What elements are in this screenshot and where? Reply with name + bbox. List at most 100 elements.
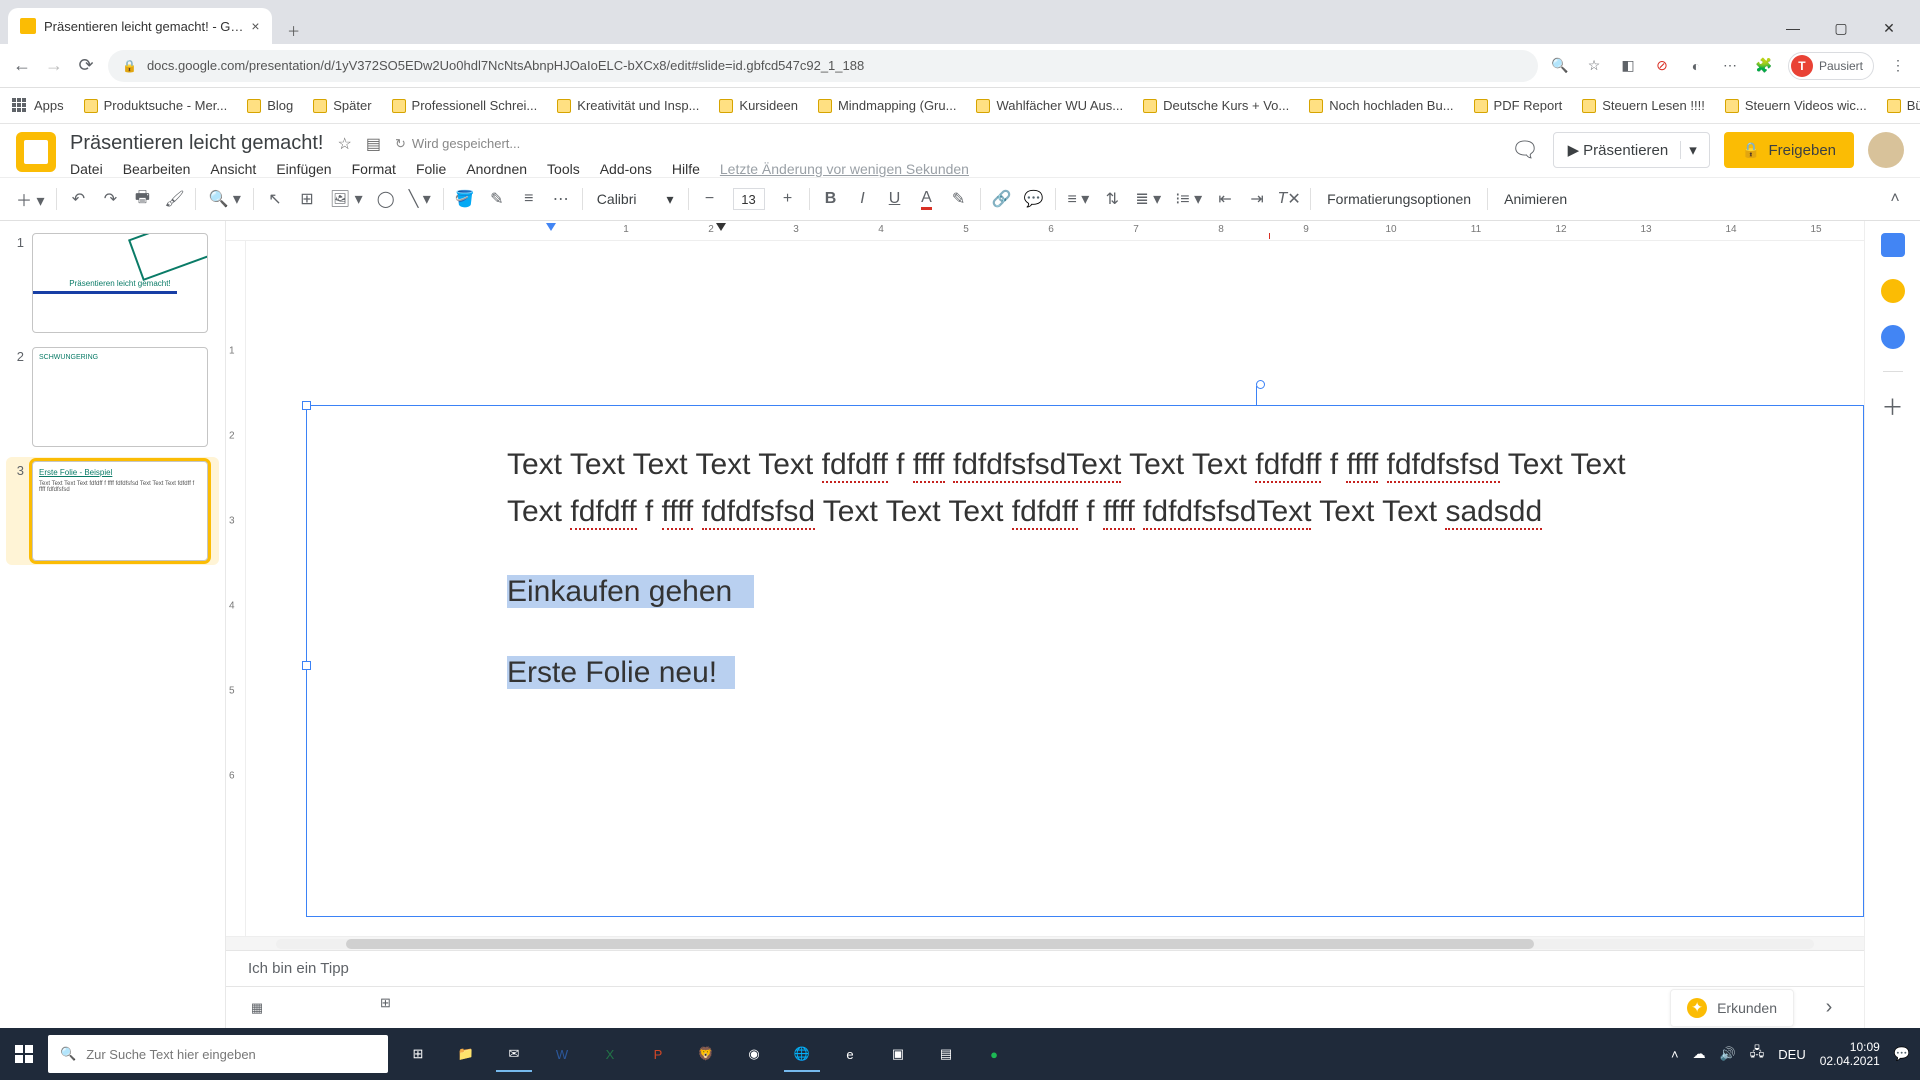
speaker-notes[interactable]: Ich bin ein Tipp — [226, 950, 1864, 986]
filmstrip[interactable]: 1 Präsentieren leicht gemacht! 2 SCHWUNG… — [0, 221, 226, 1028]
bookmark[interactable]: Noch hochladen Bu... — [1309, 98, 1453, 113]
back-button[interactable]: ← — [12, 56, 32, 76]
explorer-icon[interactable]: 📁 — [444, 1032, 488, 1076]
star-icon[interactable]: ☆ — [1584, 56, 1604, 76]
rotate-handle[interactable] — [1256, 380, 1265, 389]
extension-icon[interactable]: ⊘ — [1652, 56, 1672, 76]
font-decrease-button[interactable]: − — [695, 184, 725, 214]
bookmark[interactable]: Blog — [247, 98, 293, 113]
line-spacing-button[interactable]: ⇅ — [1097, 184, 1127, 214]
bulleted-list-button[interactable]: ⁝≡ ▾ — [1169, 184, 1208, 214]
collapse-toolbar-button[interactable]: ˄ — [1880, 184, 1910, 214]
taskbar-search[interactable]: 🔍 Zur Suche Text hier eingeben — [48, 1035, 388, 1073]
align-button[interactable]: ≡ ▾ — [1062, 184, 1096, 214]
bookmark[interactable]: Kreativität und Insp... — [557, 98, 699, 113]
bookmark[interactable]: Kursideen — [719, 98, 798, 113]
new-slide-button[interactable]: ＋ ▾ — [10, 184, 50, 214]
app-icon[interactable]: ▣ — [876, 1032, 920, 1076]
font-select[interactable]: Calibri▾ — [589, 191, 682, 208]
apps-button[interactable]: Apps — [12, 98, 64, 114]
bookmark[interactable]: Büro — [1887, 98, 1920, 113]
bookmark[interactable]: Mindmapping (Gru... — [818, 98, 957, 113]
browser-tab[interactable]: Präsentieren leicht gemacht! - G… × — [8, 8, 272, 44]
menu-ansicht[interactable]: Ansicht — [210, 161, 256, 177]
explore-button[interactable]: ✦ Erkunden — [1670, 989, 1794, 1027]
brave-icon[interactable]: 🦁 — [684, 1032, 728, 1076]
chrome-icon[interactable]: 🌐 — [780, 1032, 824, 1076]
powerpoint-icon[interactable]: P — [636, 1032, 680, 1076]
account-avatar[interactable] — [1868, 132, 1904, 168]
obs-icon[interactable]: ◉ — [732, 1032, 776, 1076]
textbox-tool[interactable]: ⊞ — [292, 184, 322, 214]
decrease-indent-button[interactable]: ⇤ — [1210, 184, 1240, 214]
slide-thumbnail-1[interactable]: Präsentieren leicht gemacht! — [32, 233, 208, 333]
start-button[interactable] — [0, 1030, 48, 1078]
redo-button[interactable]: ↷ — [95, 184, 125, 214]
edge-icon[interactable]: e — [828, 1032, 872, 1076]
task-view-icon[interactable]: ⊞ — [396, 1032, 440, 1076]
font-increase-button[interactable]: + — [773, 184, 803, 214]
bookmark[interactable]: Steuern Lesen !!!! — [1582, 98, 1705, 113]
url-input[interactable]: 🔒 docs.google.com/presentation/d/1yV372S… — [108, 50, 1538, 82]
menu-hilfe[interactable]: Hilfe — [672, 161, 700, 177]
notifications-icon[interactable]: 💬 — [1894, 1046, 1910, 1062]
menu-addons[interactable]: Add-ons — [600, 161, 652, 177]
new-tab-button[interactable]: ＋ — [280, 16, 308, 44]
bookmark[interactable]: Wahlfächer WU Aus... — [976, 98, 1123, 113]
add-addon-button[interactable]: ＋ — [1881, 394, 1905, 418]
increase-indent-button[interactable]: ⇥ — [1242, 184, 1272, 214]
line-tool[interactable]: ╲ ▾ — [403, 184, 437, 214]
spotify-icon[interactable]: ● — [972, 1032, 1016, 1076]
menu-datei[interactable]: Datei — [70, 161, 103, 177]
forward-button[interactable]: → — [44, 56, 64, 76]
comments-icon[interactable]: 🗨 — [1511, 137, 1539, 163]
grid-view-icon[interactable]: ⊞ — [380, 995, 406, 1021]
minimize-button[interactable]: — — [1770, 12, 1816, 44]
fill-color-button[interactable]: 🪣 — [450, 184, 480, 214]
slide-thumbnail-2[interactable]: SCHWUNGERING — [32, 347, 208, 447]
extension-icon[interactable]: ◐ — [1686, 56, 1706, 76]
document-title[interactable]: Präsentieren leicht gemacht! — [70, 132, 323, 155]
text-box[interactable]: Text Text Text Text Text fdfdff f ffff f… — [306, 405, 1864, 917]
clock[interactable]: 10:0902.04.2021 — [1820, 1040, 1880, 1069]
language-indicator[interactable]: DEU — [1778, 1047, 1805, 1062]
text-color-button[interactable]: A — [912, 184, 942, 214]
horizontal-ruler[interactable]: 1 2 3 4 5 6 7 8 9 10 11 12 13 14 15 — [226, 221, 1864, 241]
horizontal-scrollbar[interactable] — [226, 936, 1864, 950]
chrome-menu-button[interactable]: ⋮ — [1888, 56, 1908, 76]
cursor-tool[interactable]: ↖ — [260, 184, 290, 214]
print-button[interactable]: 🖶 — [127, 184, 157, 214]
slide-thumbnail-3[interactable]: Erste Folie - Beispiel Text Text Text Te… — [32, 461, 208, 561]
last-edit-link[interactable]: Letzte Änderung vor wenigen Sekunden — [720, 161, 969, 177]
bookmark[interactable]: PDF Report — [1474, 98, 1563, 113]
onedrive-icon[interactable]: ☁ — [1693, 1046, 1706, 1062]
bookmark[interactable]: Professionell Schrei... — [392, 98, 538, 113]
star-icon[interactable]: ☆ — [337, 134, 351, 154]
close-tab-icon[interactable]: × — [251, 18, 259, 34]
maximize-button[interactable]: ▢ — [1818, 12, 1864, 44]
share-button[interactable]: 🔒 Freigeben — [1724, 132, 1854, 168]
keep-icon[interactable] — [1881, 279, 1905, 303]
menu-folie[interactable]: Folie — [416, 161, 446, 177]
slide-canvas[interactable]: Text Text Text Text Text fdfdff f ffff f… — [246, 241, 1864, 936]
underline-button[interactable]: U — [880, 184, 910, 214]
calendar-icon[interactable] — [1881, 233, 1905, 257]
bookmark[interactable]: Deutsche Kurs + Vo... — [1143, 98, 1289, 113]
move-icon[interactable]: ▤ — [366, 134, 381, 154]
resize-handle[interactable] — [302, 661, 311, 670]
resize-handle[interactable] — [302, 401, 311, 410]
extensions-button[interactable]: 🧩 — [1754, 56, 1774, 76]
paragraph[interactable]: Erste Folie neu! — [507, 650, 1663, 697]
paragraph[interactable]: Einkaufen gehen — [507, 569, 1663, 616]
numbered-list-button[interactable]: ≣ ▾ — [1129, 184, 1167, 214]
indent-marker[interactable] — [716, 223, 726, 231]
format-options-button[interactable]: Formatierungsoptionen — [1317, 191, 1481, 207]
menu-bearbeiten[interactable]: Bearbeiten — [123, 161, 191, 177]
animate-button[interactable]: Animieren — [1494, 191, 1577, 207]
menu-anordnen[interactable]: Anordnen — [466, 161, 527, 177]
border-color-button[interactable]: ✎ — [482, 184, 512, 214]
bookmark[interactable]: Produktsuche - Mer... — [84, 98, 228, 113]
font-size-input[interactable]: 13 — [733, 188, 765, 210]
bold-button[interactable]: B — [816, 184, 846, 214]
border-dash-button[interactable]: ⋯ — [546, 184, 576, 214]
